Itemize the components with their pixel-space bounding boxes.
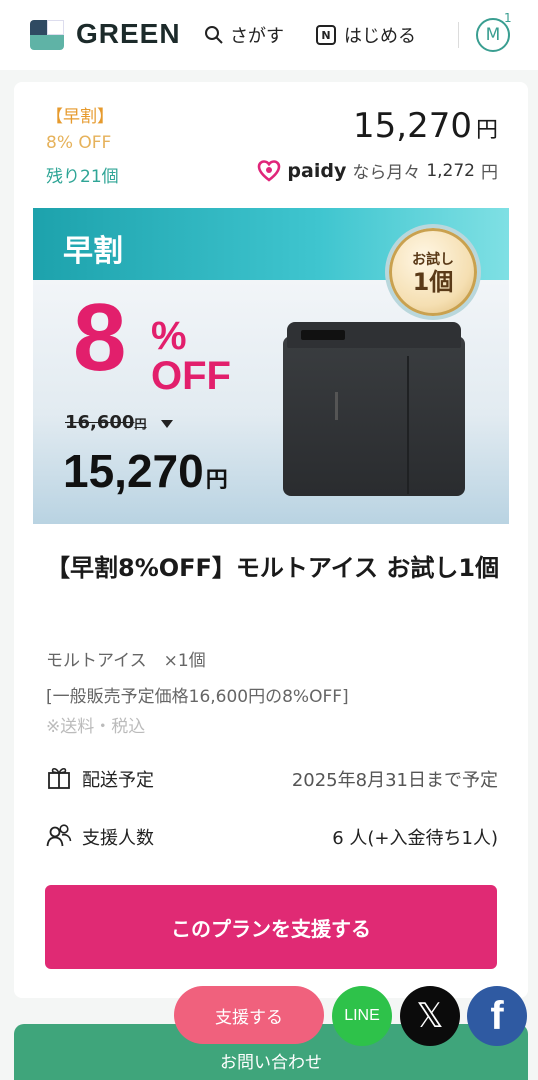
x-share-button[interactable]: 𝕏 bbox=[400, 986, 460, 1046]
medal-line2: 1個 bbox=[412, 267, 454, 296]
down-arrow-icon bbox=[161, 420, 173, 428]
supporters-row: 支援人数 6 人(+入金待ち1人) bbox=[46, 820, 498, 850]
header-divider bbox=[458, 22, 459, 48]
support-plan-button[interactable]: このプランを支援する bbox=[45, 885, 497, 969]
facebook-share-button[interactable]: f bbox=[467, 986, 527, 1046]
banner-new-price-unit: 円 bbox=[205, 467, 228, 492]
start-label: はじめる bbox=[344, 26, 416, 47]
banner-percent: % bbox=[151, 314, 187, 358]
banner-title: 早割 bbox=[63, 234, 123, 269]
plan-card: 【早割】 8% OFF 残り21個 15,270 円 paidy なら月々 1,2… bbox=[14, 82, 528, 998]
plan-item-line: モルトアイス ×1個 bbox=[46, 651, 206, 671]
users-icon bbox=[46, 824, 72, 847]
delivery-label: 配送予定 bbox=[82, 770, 154, 791]
line-share-button[interactable]: LINE bbox=[332, 986, 392, 1046]
paidy-text: なら月々 bbox=[352, 163, 421, 183]
paidy-logo-text: paidy bbox=[287, 159, 347, 182]
paidy-unit: 円 bbox=[481, 163, 498, 183]
logo-text[interactable]: GREEN bbox=[76, 18, 181, 50]
early-bird-tag: 【早割】 bbox=[46, 107, 114, 127]
plan-price: 15,270 円 bbox=[353, 106, 498, 146]
ice-machine-product-image bbox=[283, 322, 465, 496]
start-icon: N bbox=[316, 25, 336, 45]
green-logo-icon[interactable] bbox=[30, 20, 64, 50]
banner-discount-number: 8 bbox=[73, 284, 127, 391]
banner-new-price-value: 15,270 bbox=[63, 445, 204, 497]
plan-price-unit: 円 bbox=[475, 118, 498, 143]
plan-shipping-note: ※送料・税込 bbox=[46, 717, 146, 737]
supporters-label: 支援人数 bbox=[82, 828, 154, 849]
medal-line1: お試し bbox=[412, 251, 454, 268]
plan-note-line: [一般販売予定価格16,600円の8%OFF] bbox=[46, 687, 349, 707]
delivery-value: 2025年8月31日まで予定 bbox=[291, 770, 498, 791]
search-icon bbox=[205, 26, 223, 44]
trial-medal-badge: お試し 1個 bbox=[385, 224, 481, 320]
plan-banner-image: 早割 8 % OFF 16,600円 15,270円 お試し 1個 bbox=[33, 208, 509, 524]
plan-price-value: 15,270 bbox=[353, 106, 472, 146]
search-link[interactable]: さがす bbox=[204, 22, 284, 48]
paidy-installment: paidy なら月々 1,272 円 bbox=[257, 158, 498, 183]
delivery-row: 配送予定 2025年8月31日まで予定 bbox=[46, 762, 498, 792]
search-label: さがす bbox=[230, 26, 284, 47]
gift-icon bbox=[48, 767, 70, 789]
banner-old-price-unit: 円 bbox=[134, 417, 147, 431]
paidy-icon bbox=[258, 159, 281, 182]
start-project-link[interactable]: N はじめる bbox=[316, 22, 416, 48]
discount-tag: 8% OFF bbox=[46, 133, 112, 153]
top-header: GREEN さがす N はじめる M 1 bbox=[0, 0, 538, 70]
banner-new-price: 15,270円 bbox=[63, 444, 228, 498]
banner-off: OFF bbox=[151, 354, 231, 398]
paidy-amount: 1,272 bbox=[426, 160, 475, 181]
remaining-count: 残り21個 bbox=[46, 167, 119, 187]
banner-old-price-value: 16,600 bbox=[65, 412, 135, 433]
floating-support-button[interactable]: 支援する bbox=[174, 986, 324, 1044]
notification-badge: 1 bbox=[504, 11, 512, 25]
plan-title: 【早割8%OFF】モルトアイス お試し1個 bbox=[46, 554, 500, 582]
banner-old-price: 16,600円 bbox=[65, 412, 146, 433]
supporters-value: 6 人(+入金待ち1人) bbox=[332, 828, 498, 849]
